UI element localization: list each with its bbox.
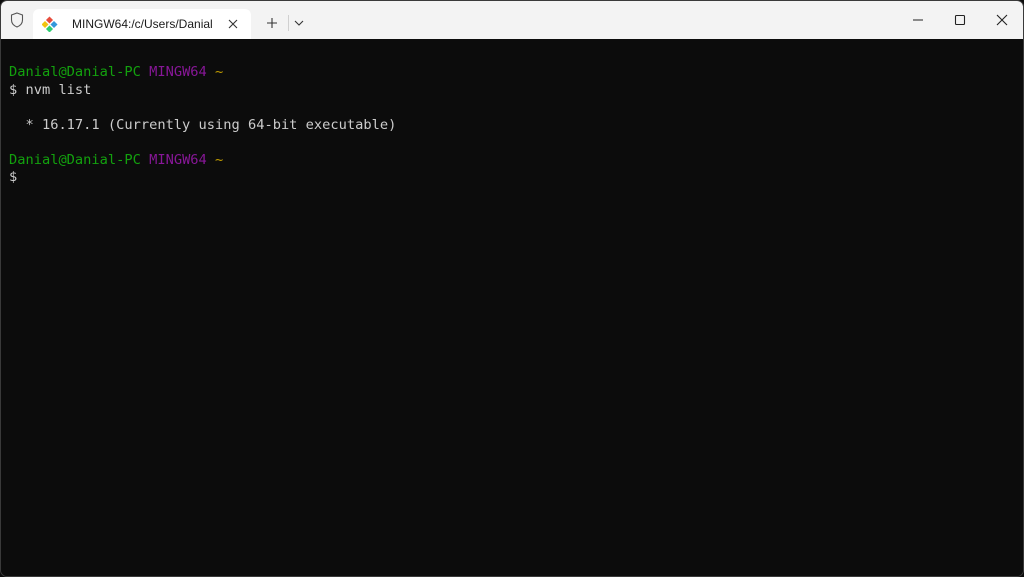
prompt-line: Danial@Danial-PC MINGW64 ~ [9,151,1023,170]
tab-mingw64[interactable]: MINGW64:/c/Users/Danial [33,9,251,39]
close-icon[interactable] [981,1,1023,39]
prompt-dir: ~ [215,64,224,80]
plus-icon[interactable] [260,12,284,34]
chevron-down-icon[interactable] [290,12,308,34]
maximize-icon[interactable] [939,1,981,39]
tab-title: MINGW64:/c/Users/Danial [72,17,213,31]
git-diamond-icon [42,16,58,32]
minimize-icon[interactable] [897,1,939,39]
prompt-user-host: Danial@Danial-PC [9,151,141,168]
prompt-env: MINGW64 [149,151,207,168]
prompt-line: Danial@Danial-PC MINGW64 ~ [9,64,1023,82]
tab-separator [288,15,289,31]
close-icon[interactable] [225,16,241,32]
shield-icon[interactable] [1,1,33,39]
terminal-window: MINGW64:/c/Users/Danial Danial@Danial-PC… [0,0,1024,577]
prompt-dir: ~ [215,151,224,168]
terminal-output[interactable]: Danial@Danial-PC MINGW64 ~ $ nvm list * … [1,39,1023,576]
prompt-user-host: Danial@Danial-PC [9,64,141,80]
output-line: * 16.17.1 (Currently using 64-bit execut… [9,116,397,133]
input-prompt[interactable]: $ [9,169,1023,187]
prompt-env: MINGW64 [149,64,207,80]
title-bar: MINGW64:/c/Users/Danial [1,1,1023,39]
command-line: $ nvm list [9,81,92,98]
